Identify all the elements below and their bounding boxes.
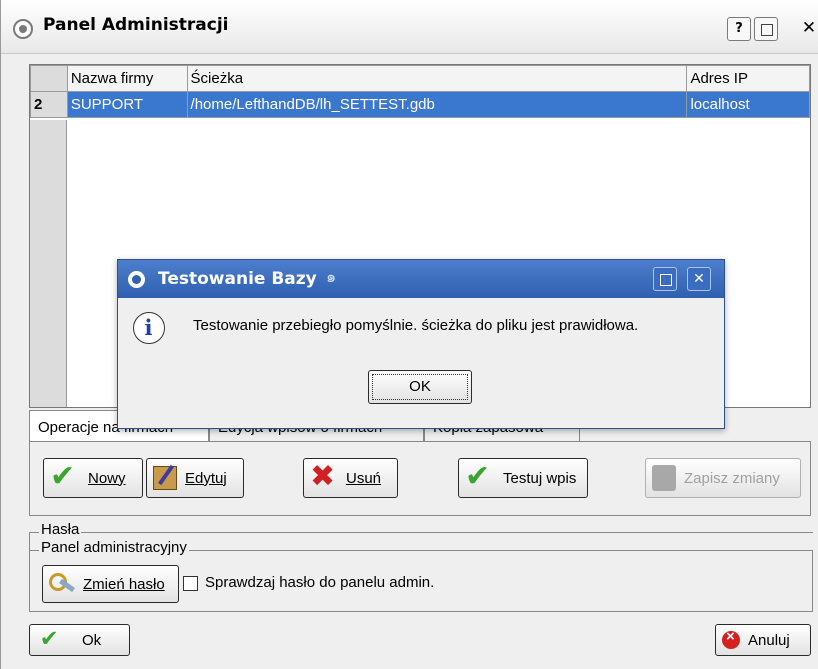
table-row[interactable]: 2 SUPPORT /home/LefthandDB/lh_SETTEST.gd… (30, 91, 810, 118)
dialog-title: Testowanie Bazy (158, 269, 317, 289)
test-database-dialog: Testowanie Bazy ๑ ✕ Testowanie przebiegł… (117, 259, 725, 429)
key-icon (49, 571, 75, 597)
edit-icon (153, 466, 177, 490)
dialog-close-button[interactable]: ✕ (687, 267, 711, 291)
row-id: 2 (30, 91, 68, 118)
dialog-maximize-button[interactable] (653, 267, 677, 291)
table-header-row: Nazwa firmy Ścieżka Adres IP (30, 65, 810, 92)
corner-header (30, 65, 68, 92)
dialog-message: Testowanie przebiegło pomyślnie. ścieżka… (193, 317, 639, 334)
app-icon (13, 19, 33, 39)
cell-path[interactable]: /home/LefthandDB/lh_SETTEST.gdb (186, 91, 688, 118)
app-icon (128, 271, 145, 288)
admin-panel-group-label: Panel administracyjny (39, 539, 189, 556)
row-header-column (30, 120, 67, 407)
delete-icon (310, 459, 338, 494)
column-header-ip[interactable]: Adres IP (686, 65, 810, 92)
check-password-label: Sprawdzaj hasło do panelu admin. (205, 574, 435, 591)
cell-name[interactable]: SUPPORT (66, 91, 188, 118)
column-header-name[interactable]: Nazwa firmy (66, 65, 188, 92)
save-changes-button-label: Zapisz zmiany (684, 469, 780, 487)
cancel-button-label: Anuluj (748, 631, 790, 649)
check-icon (465, 459, 495, 494)
edit-button-label: Edytuj (185, 469, 227, 487)
ok-button[interactable]: Ok (29, 624, 130, 656)
column-header-path[interactable]: Ścieżka (186, 65, 688, 92)
title-bar: Panel Administracji ? ✕ (1, 0, 818, 54)
save-icon (652, 465, 676, 491)
passwords-group-label: Hasła (39, 521, 82, 538)
new-button[interactable]: Nowy (43, 458, 143, 498)
save-changes-button[interactable]: Zapisz zmiany (645, 458, 801, 498)
check-password-checkbox[interactable] (183, 576, 198, 591)
maximize-button[interactable] (754, 17, 778, 41)
close-button[interactable]: ✕ (797, 17, 818, 41)
cancel-icon (722, 628, 740, 649)
spiral-icon: ๑ (326, 267, 337, 286)
info-icon (133, 312, 165, 344)
test-entry-button-label: Testuj wpis (503, 469, 577, 487)
check-icon (40, 626, 63, 652)
dialog-title-bar[interactable]: Testowanie Bazy ๑ ✕ (118, 260, 724, 298)
new-button-label: Nowy (88, 469, 126, 487)
cell-ip[interactable]: localhost (686, 91, 810, 118)
change-password-label: Zmień hasło (83, 575, 165, 593)
check-icon (50, 459, 80, 494)
companies-table: Nazwa firmy Ścieżka Adres IP 2 SUPPORT /… (30, 65, 810, 118)
help-button[interactable]: ? (727, 17, 751, 41)
delete-button[interactable]: Usuń (303, 458, 398, 498)
dialog-ok-button[interactable]: OK (368, 370, 472, 404)
change-password-button[interactable]: Zmień hasło (42, 565, 179, 603)
window-title: Panel Administracji (43, 15, 229, 35)
test-entry-button[interactable]: Testuj wpis (458, 458, 588, 498)
edit-button[interactable]: Edytuj (146, 458, 244, 498)
cancel-button[interactable]: Anuluj (715, 624, 811, 656)
delete-button-label: Usuń (346, 469, 382, 487)
ok-button-label: Ok (82, 631, 102, 649)
tab-panel: Nowy Edytuj Usuń Testuj wpis Zapisz zmia… (29, 441, 811, 516)
dialog-ok-label: OK (372, 374, 468, 400)
